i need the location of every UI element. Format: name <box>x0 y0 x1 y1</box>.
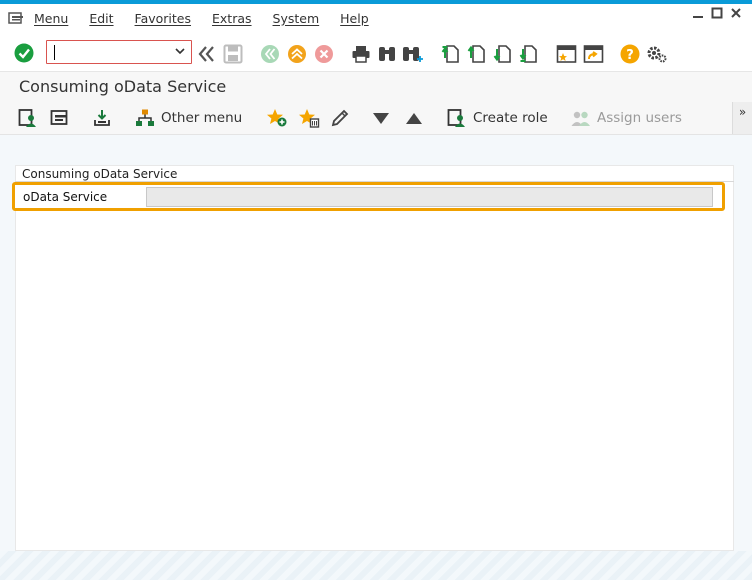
display-icon-button[interactable] <box>50 108 70 128</box>
menu-item-menu[interactable]: Menu <box>34 11 68 26</box>
menu-bar: Menu Edit Favorites Extras System Help <box>0 4 752 32</box>
group-box-title: Consuming oData Service <box>22 167 178 181</box>
close-icon[interactable] <box>730 7 742 19</box>
create-role-icon <box>447 109 465 127</box>
role-icon-button[interactable] <box>18 108 38 128</box>
back-double-chevron-icon[interactable] <box>196 44 216 64</box>
user-role-icon <box>18 109 36 127</box>
svg-text:?: ? <box>626 48 634 63</box>
edit-button[interactable] <box>330 108 350 128</box>
more-toolbar-button[interactable]: » <box>732 102 752 134</box>
text-caret <box>54 45 55 60</box>
assign-users-button: Assign users <box>571 108 682 128</box>
hierarchy-icon <box>136 109 154 126</box>
minimize-icon[interactable] <box>692 7 704 19</box>
cancel-icon[interactable] <box>314 44 334 64</box>
window-controls <box>692 7 742 19</box>
enter-checkmark-icon[interactable] <box>14 43 34 63</box>
help-icon[interactable]: ? <box>620 44 640 64</box>
command-field[interactable] <box>46 40 192 64</box>
gear-icon[interactable] <box>646 44 667 64</box>
menu-item-system[interactable]: System <box>273 11 320 26</box>
import-icon-button[interactable] <box>92 108 112 128</box>
previous-page-icon[interactable] <box>467 44 487 64</box>
exit-icon[interactable] <box>260 44 280 64</box>
display-document-icon <box>50 110 68 125</box>
menu-item-favorites[interactable]: Favorites <box>135 11 191 26</box>
print-icon[interactable] <box>351 44 371 64</box>
other-menu-label: Other menu <box>161 110 243 126</box>
command-input[interactable] <box>51 42 171 62</box>
page-title: Consuming oData Service <box>19 77 227 96</box>
maximize-icon[interactable] <box>711 7 723 19</box>
binoculars-icon[interactable] <box>377 44 397 64</box>
add-favorite-icon <box>267 109 287 127</box>
triangle-up-icon <box>406 113 422 124</box>
triangle-down-icon <box>373 113 389 124</box>
first-page-icon[interactable] <box>441 44 461 64</box>
new-session-icon[interactable] <box>556 44 577 64</box>
generate-shortcut-icon[interactable] <box>583 44 604 64</box>
status-area <box>0 551 752 580</box>
double-chevron-right-icon: » <box>738 105 747 119</box>
move-down-button[interactable] <box>372 108 390 128</box>
content-panel <box>15 165 734 551</box>
last-page-icon[interactable] <box>519 44 539 64</box>
next-page-icon[interactable] <box>493 44 513 64</box>
add-favorite-button[interactable] <box>266 108 288 128</box>
menu-item-extras[interactable]: Extras <box>212 11 252 26</box>
find-next-icon[interactable] <box>402 44 423 64</box>
download-tray-icon <box>94 110 110 126</box>
menu-icon[interactable] <box>8 11 26 25</box>
move-up-button[interactable] <box>405 108 423 128</box>
save-icon <box>223 44 243 64</box>
users-icon <box>571 111 590 126</box>
odata-service-label: oData Service <box>23 190 108 204</box>
chevron-down-icon[interactable] <box>174 44 186 58</box>
menu-item-help[interactable]: Help <box>340 11 369 26</box>
delete-favorite-button[interactable] <box>298 108 320 128</box>
assign-users-label: Assign users <box>597 110 682 126</box>
create-role-label: Create role <box>473 110 548 126</box>
odata-service-field[interactable] <box>146 187 713 207</box>
create-role-button[interactable]: Create role <box>447 108 548 128</box>
pencil-icon <box>331 109 349 127</box>
delete-favorite-icon <box>299 109 320 128</box>
up-icon[interactable] <box>287 44 307 64</box>
other-menu-button[interactable]: Other menu <box>135 108 242 128</box>
menu-item-edit[interactable]: Edit <box>89 11 113 26</box>
